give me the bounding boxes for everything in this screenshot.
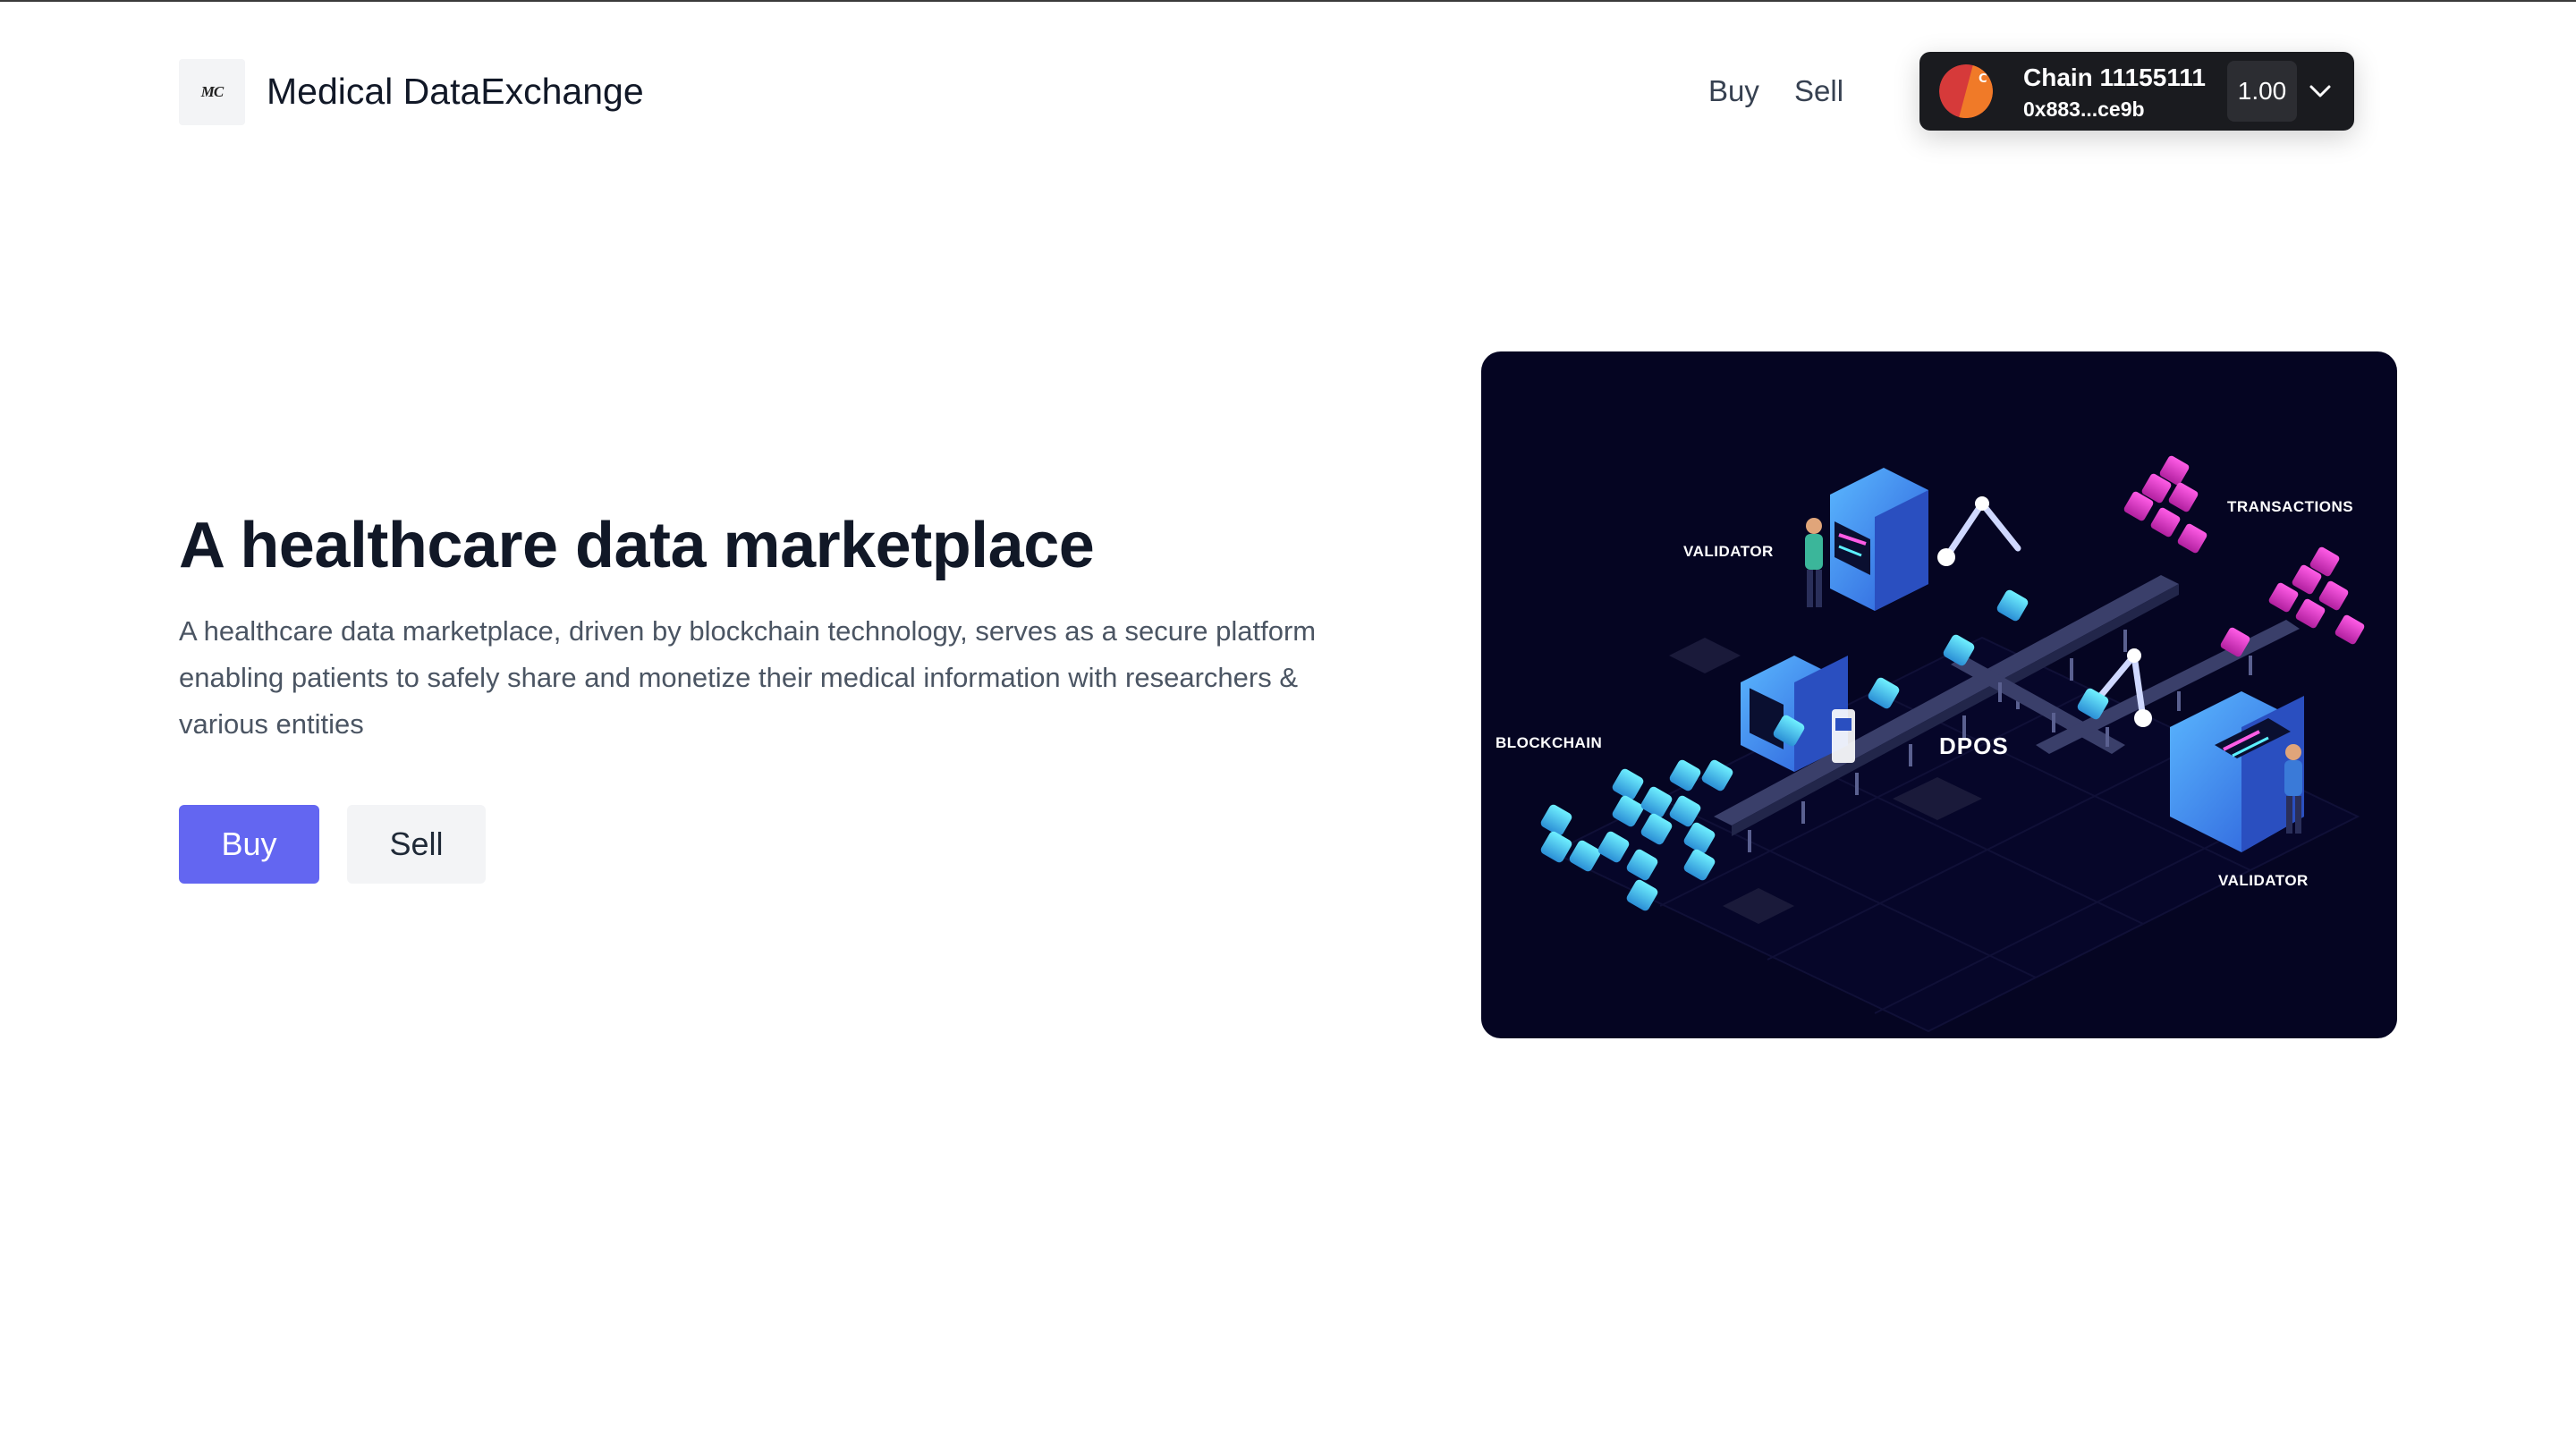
illustration-graphic — [1540, 455, 2365, 1033]
label-transactions: TRANSACTIONS — [2227, 498, 2354, 515]
hero-description: A healthcare data marketplace, driven by… — [179, 615, 1317, 740]
chevron-down-icon — [2309, 85, 2331, 97]
blockchain-illustration: VALIDATOR TRANSACTIONS BLOCKCHAIN DPOS V… — [1481, 351, 2397, 1038]
wallet-chain-label: Chain 11155111 — [2023, 63, 2206, 91]
label-validator-bottom: VALIDATOR — [2218, 872, 2309, 889]
wallet-address: 0x883...ce9b — [2023, 97, 2145, 121]
wallet-connect-button[interactable]: C Chain 11155111 0x883...ce9b 1.00 — [1919, 52, 2354, 131]
nav-buy-link[interactable]: Buy — [1708, 73, 1759, 109]
buy-button[interactable]: Buy — [179, 805, 319, 884]
label-blockchain: BLOCKCHAIN — [1496, 734, 1603, 751]
logo[interactable]: MC — [179, 59, 245, 125]
wallet-balance: 1.00 — [2227, 61, 2297, 122]
chain-avatar-icon: C — [1939, 64, 1993, 118]
brand-name[interactable]: Medical DataExchange — [267, 68, 644, 114]
avatar-letter: C — [1979, 72, 1987, 86]
label-dpos: DPOS — [1939, 732, 2009, 759]
label-validator-top: VALIDATOR — [1683, 543, 1774, 560]
hero-title: A healthcare data marketplace — [179, 510, 1095, 581]
logo-text: MC — [200, 83, 224, 100]
sell-button[interactable]: Sell — [347, 805, 486, 884]
nav-sell-link[interactable]: Sell — [1794, 73, 1843, 109]
site-header: MC Medical DataExchange Buy Sell C Chain… — [0, 0, 2576, 179]
